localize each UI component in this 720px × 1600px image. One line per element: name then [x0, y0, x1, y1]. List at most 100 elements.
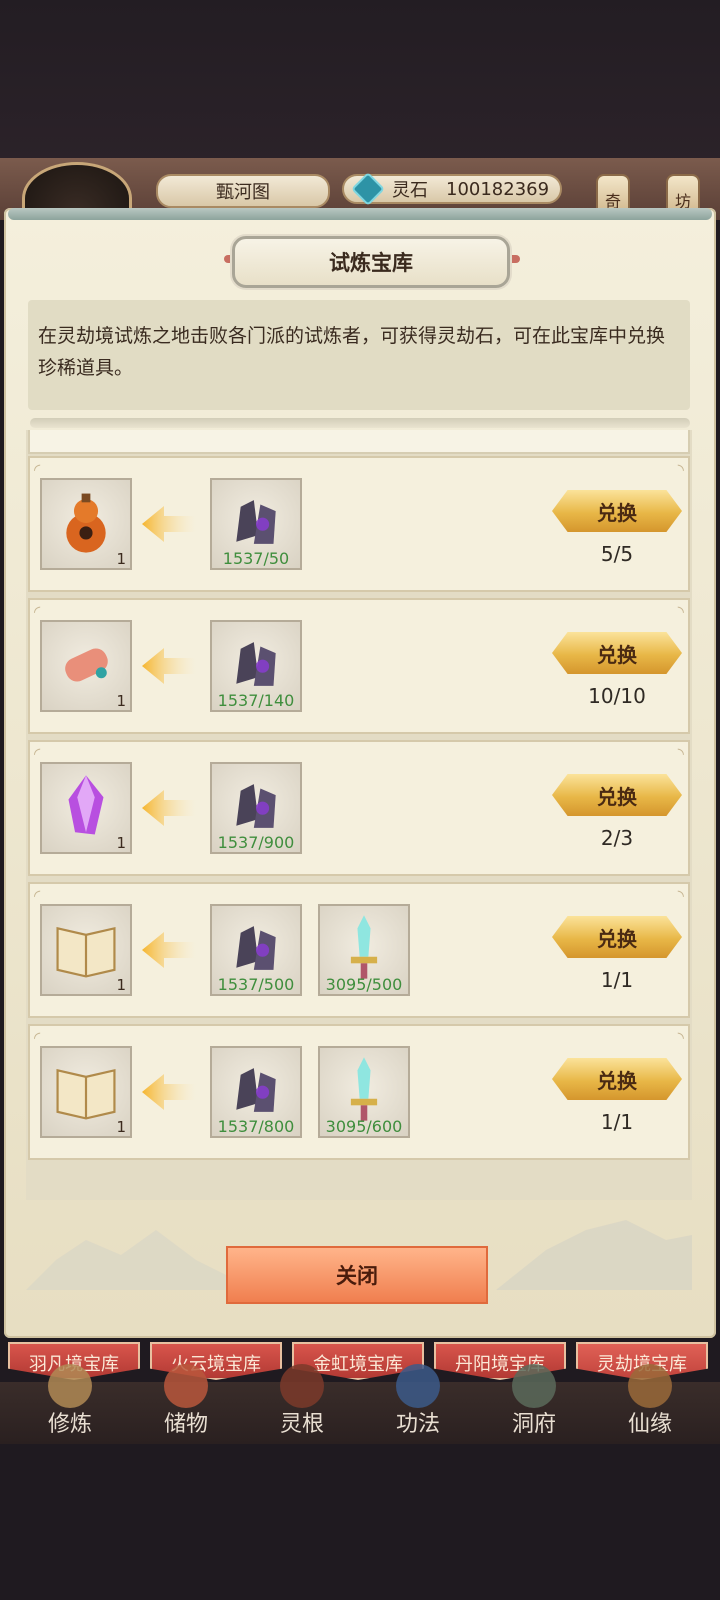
exchange-label: 兑换 — [597, 784, 637, 809]
cost-count: 3095/500 — [325, 975, 403, 994]
reward-slot[interactable]: 1 — [40, 762, 132, 854]
book-icon — [51, 913, 121, 987]
cost-count: 1537/900 — [217, 833, 295, 852]
divider — [30, 418, 690, 428]
spirit-stone-value: 100182369 — [446, 178, 550, 200]
exchange-button[interactable]: 兑换 — [552, 490, 682, 532]
nav-label: 仙缘 — [627, 1412, 672, 1437]
scroll-rod — [8, 208, 712, 220]
exchange-limit: 5/5 — [600, 542, 634, 566]
reward-slot[interactable]: 1 — [40, 620, 132, 712]
list-item: ◜ ◝ 1 1537/800 3095/600 兑换 1/1 — [28, 1024, 690, 1160]
corner-ornament-icon: ◝ — [677, 1028, 684, 1047]
map-pill[interactable]: 甄河图 — [156, 174, 330, 208]
close-label: 关闭 — [336, 1264, 378, 1288]
nav-label: 功法 — [395, 1412, 440, 1437]
corner-ornament-icon: ◜ — [34, 886, 41, 905]
list-item: ◜ ◝ 1 1537/900 兑换 2/3 — [28, 740, 690, 876]
spirit-stone-pill: 灵石 100182369 — [342, 172, 562, 206]
nav-label: 修炼 — [47, 1412, 92, 1437]
arrow-left-icon — [142, 1074, 196, 1110]
panel-title-text: 试炼宝库 — [329, 251, 413, 275]
cost-slot[interactable]: 3095/600 — [318, 1046, 410, 1138]
nav-spirit-root[interactable]: 灵根 — [252, 1364, 352, 1438]
top-backdrop — [0, 0, 720, 160]
corner-ornament-icon: ◝ — [677, 460, 684, 479]
list-item: ◜ ◝ 1 1537/500 3095/500 兑换 1/1 — [28, 882, 690, 1018]
storage-icon — [164, 1364, 208, 1408]
arrow-left-icon — [142, 648, 196, 684]
exchange-label: 兑换 — [597, 500, 637, 525]
reward-quantity: 1 — [116, 1118, 126, 1136]
nav-label: 洞府 — [511, 1412, 556, 1437]
nav-technique[interactable]: 功法 — [368, 1364, 468, 1438]
list-item: ◜ ◝ 1 1537/140 兑换 10/10 — [28, 598, 690, 734]
fate-icon — [628, 1364, 672, 1408]
spirit-stone-label: 灵石 — [392, 180, 428, 201]
exchange-label: 兑换 — [597, 642, 637, 667]
exchange-button[interactable]: 兑换 — [552, 774, 682, 816]
cost-count: 1537/500 — [217, 975, 295, 994]
close-button[interactable]: 关闭 — [226, 1246, 488, 1304]
exchange-button[interactable]: 兑换 — [552, 632, 682, 674]
cost-count: 1537/800 — [217, 1117, 295, 1136]
exchange-limit: 10/10 — [588, 684, 646, 708]
exchange-limit: 1/1 — [600, 1110, 634, 1134]
exchange-label: 兑换 — [597, 926, 637, 951]
cost-count: 1537/50 — [222, 549, 290, 568]
spirit-stone-icon — [351, 172, 385, 206]
reward-quantity: 1 — [116, 692, 126, 710]
arrow-left-icon — [142, 790, 196, 826]
nav-label: 储物 — [163, 1412, 208, 1437]
cultivate-icon — [48, 1364, 92, 1408]
gourd-icon — [51, 487, 121, 561]
nav-storage[interactable]: 储物 — [136, 1364, 236, 1438]
scroll-icon — [51, 629, 121, 703]
corner-ornament-icon: ◝ — [677, 602, 684, 621]
technique-icon — [396, 1364, 440, 1408]
bottom-backdrop — [0, 1444, 720, 1600]
exchange-button[interactable]: 兑换 — [552, 916, 682, 958]
corner-ornament-icon: ◜ — [34, 602, 41, 621]
cost-slot[interactable]: 1537/50 — [210, 478, 302, 570]
nav-label: 灵根 — [279, 1412, 324, 1437]
cave-icon — [512, 1364, 556, 1408]
reward-quantity: 1 — [116, 834, 126, 852]
cost-slot[interactable]: 1537/800 — [210, 1046, 302, 1138]
panel-title: 试炼宝库 — [232, 236, 510, 288]
cost-slot[interactable]: 1537/140 — [210, 620, 302, 712]
corner-ornament-icon: ◜ — [34, 460, 41, 479]
corner-ornament-icon: ◜ — [34, 744, 41, 763]
treasury-tabs: 羽凡境宝库 火云境宝库 金虹境宝库 丹阳境宝库 灵劫境宝库 — [0, 1336, 720, 1384]
corner-ornament-icon: ◜ — [34, 1028, 41, 1047]
list-item-partial — [28, 430, 690, 454]
tab-label: 金虹境宝库 — [313, 1354, 403, 1375]
book-icon — [51, 1055, 121, 1129]
map-label: 甄河图 — [216, 182, 270, 203]
exchange-label: 兑换 — [597, 1068, 637, 1093]
reward-quantity: 1 — [116, 976, 126, 994]
nav-cave[interactable]: 洞府 — [484, 1364, 584, 1438]
cost-count: 3095/600 — [325, 1117, 403, 1136]
cost-slot[interactable]: 1537/500 — [210, 904, 302, 996]
arrow-left-icon — [142, 506, 196, 542]
main-navigation: 修炼 储物 灵根 功法 洞府 仙缘 — [0, 1364, 720, 1444]
spirit-root-icon — [280, 1364, 324, 1408]
reward-slot[interactable]: 1 — [40, 1046, 132, 1138]
reward-slot[interactable]: 1 — [40, 904, 132, 996]
exchange-limit: 2/3 — [600, 826, 634, 850]
nav-fate[interactable]: 仙缘 — [600, 1364, 700, 1438]
nav-cultivate[interactable]: 修炼 — [20, 1364, 120, 1438]
list-item: ◜ ◝ 1 1537/50 兑换 5/5 — [28, 456, 690, 592]
arrow-left-icon — [142, 932, 196, 968]
exchange-limit: 1/1 — [600, 968, 634, 992]
panel-description: 在灵劫境试炼之地击败各门派的试炼者，可获得灵劫石，可在此宝库中兑换珍稀道具。 — [28, 300, 690, 410]
reward-quantity: 1 — [116, 550, 126, 568]
reward-slot[interactable]: 1 — [40, 478, 132, 570]
corner-ornament-icon: ◝ — [677, 744, 684, 763]
exchange-button[interactable]: 兑换 — [552, 1058, 682, 1100]
cost-slot[interactable]: 3095/500 — [318, 904, 410, 996]
cost-count: 1537/140 — [217, 691, 295, 710]
crystal-icon — [51, 771, 121, 845]
cost-slot[interactable]: 1537/900 — [210, 762, 302, 854]
